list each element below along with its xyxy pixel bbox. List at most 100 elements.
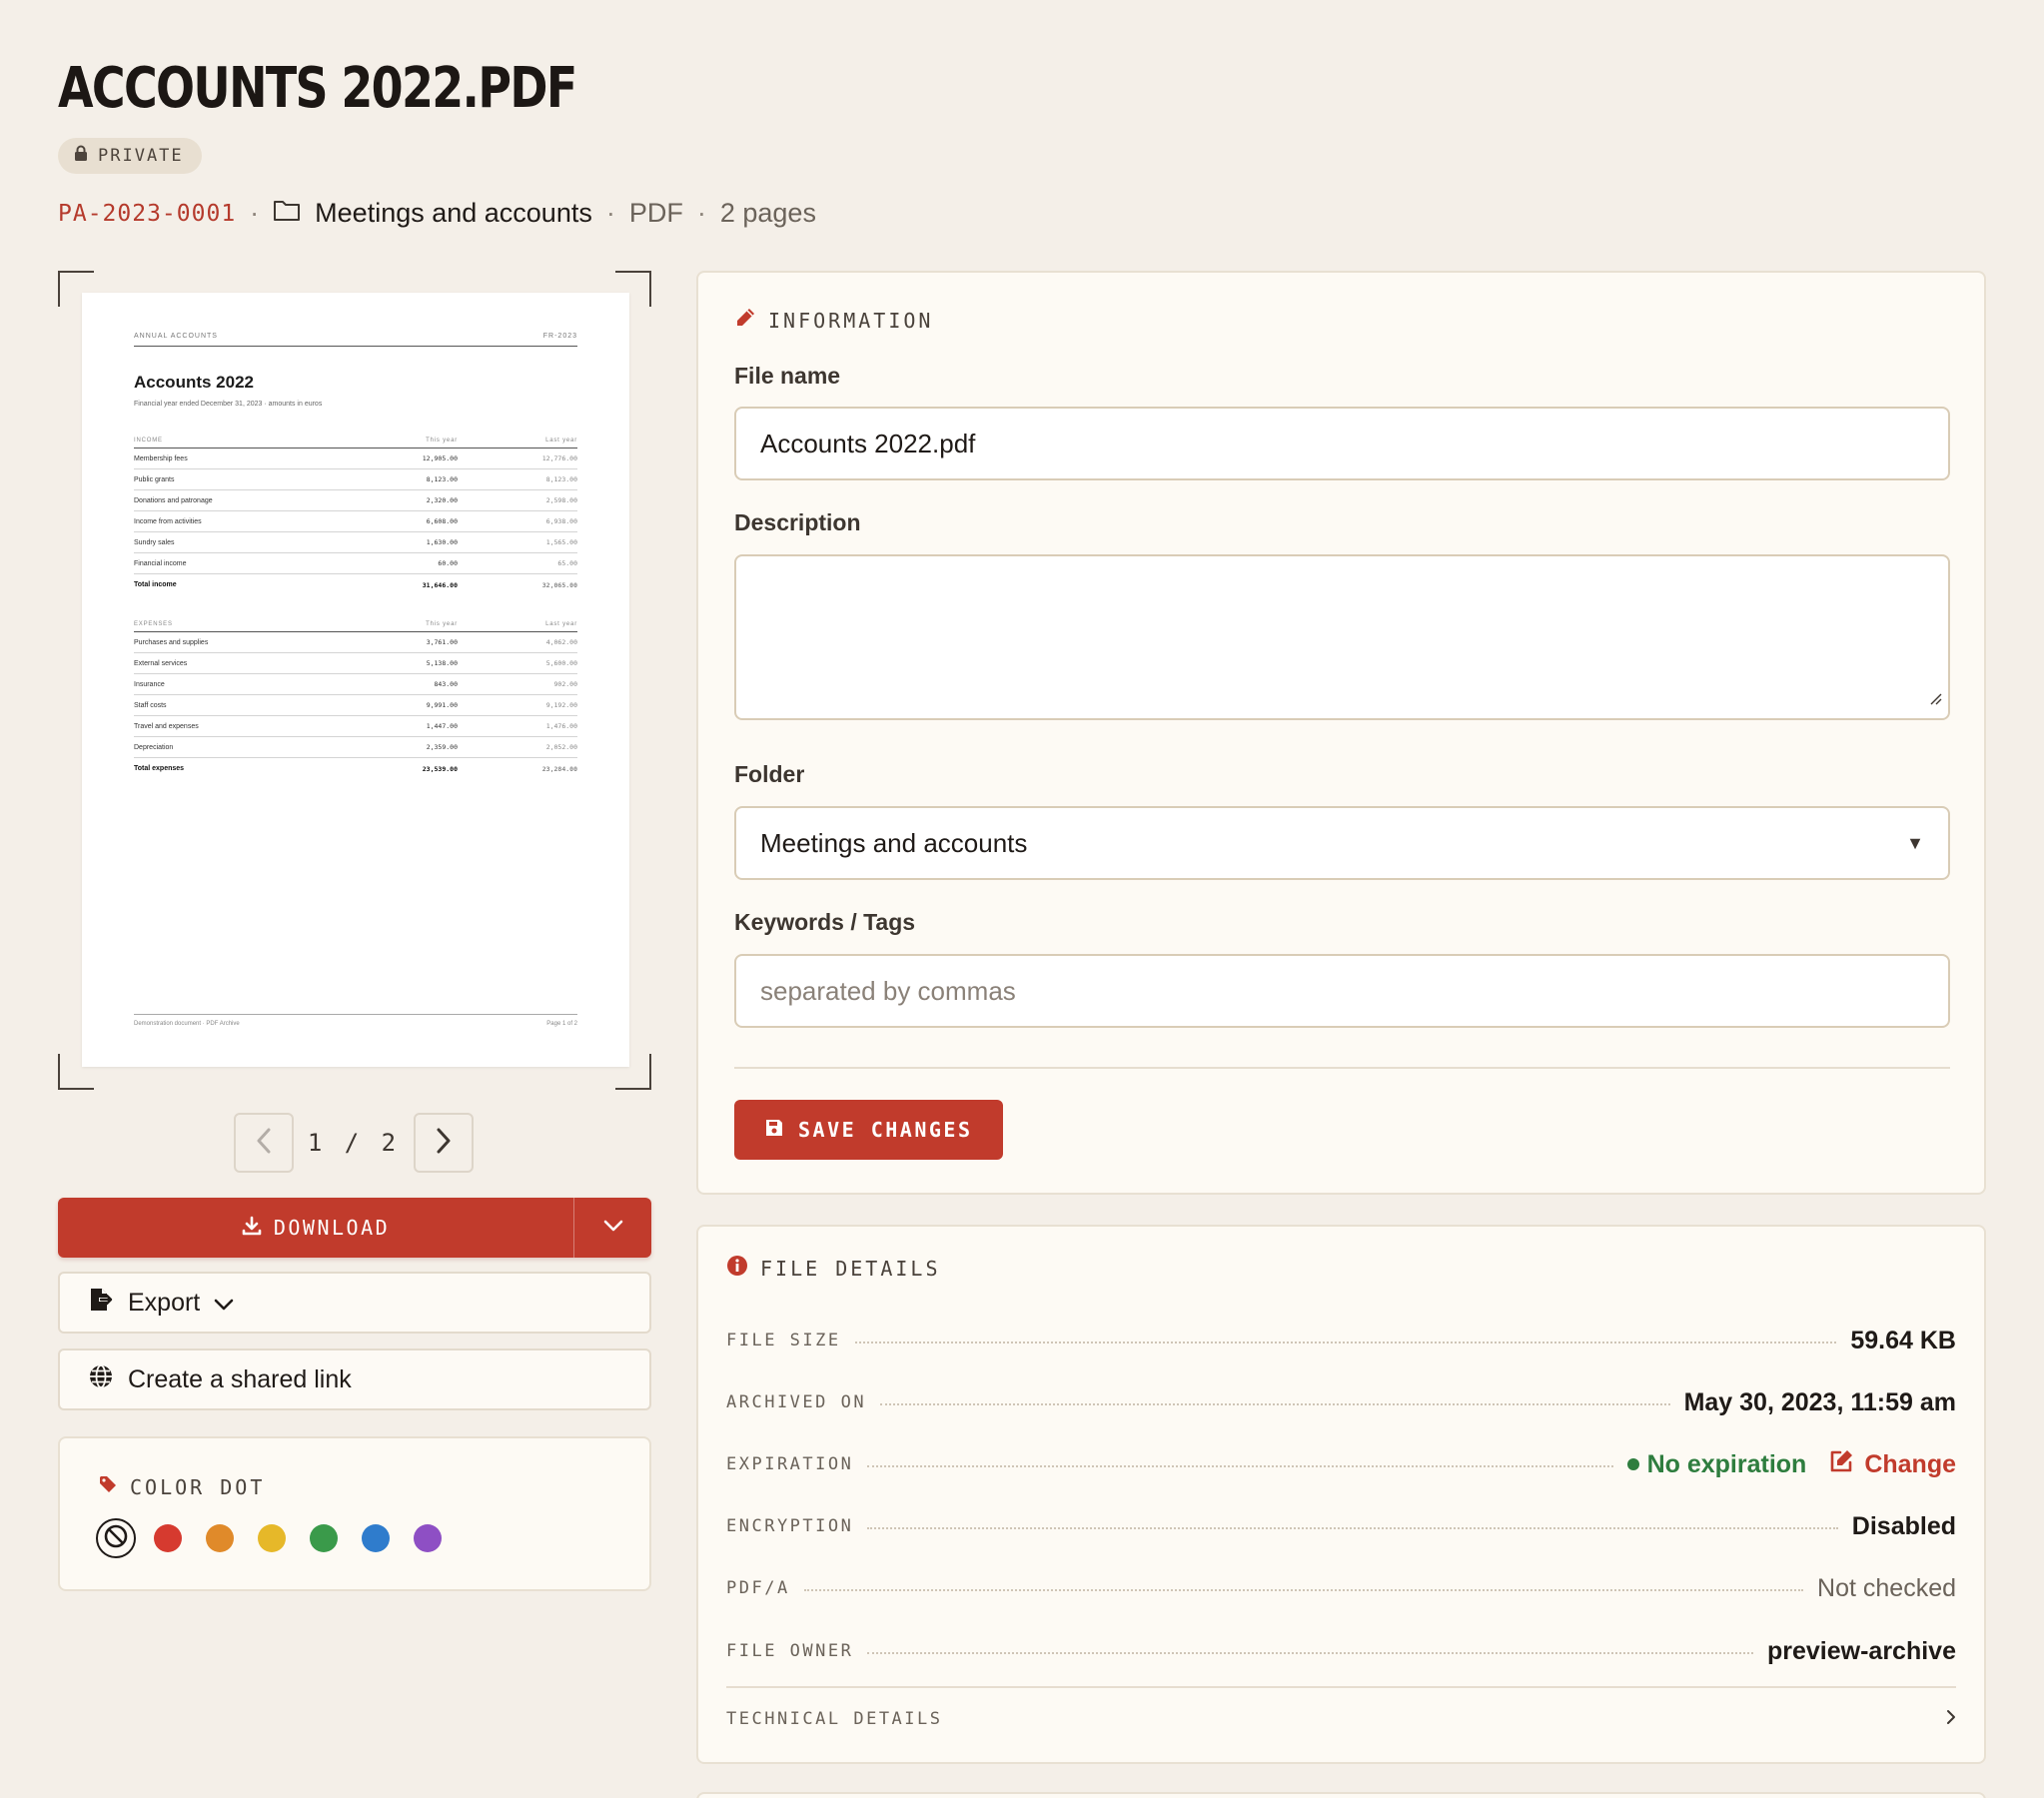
pdf-footer: Demonstration document · PDF Archive Pag… [134,1014,577,1027]
pdf-footer-right: Page 1 of 2 [546,1021,577,1027]
row-last-year: 1,565.00 [545,538,577,546]
row-label: Insurance [134,680,165,688]
document-meta: PA-2023-0001 · Meetings and accounts · P… [58,198,816,229]
income-table-header: INCOME This year Last year [134,438,577,449]
row-label: Income from activities [134,517,202,525]
table-row: Sundry sales 1,630.00 1,565.00 [134,532,577,553]
col-this-year: This year [426,438,458,444]
col-last-year: Last year [545,438,577,444]
globe-icon [88,1363,114,1396]
table-row: Insurance 843.00 902.00 [134,674,577,695]
color-option-yellow[interactable] [258,1524,286,1552]
color-option-blue[interactable] [362,1524,390,1552]
form-divider [734,1067,1950,1069]
folder-select[interactable]: Meetings and accounts ▼ [734,806,1950,880]
file-export-icon [88,1287,114,1320]
chevron-right-icon [1946,1709,1956,1730]
separator: · [696,198,706,228]
color-swatches [96,1518,442,1558]
create-shared-link-button[interactable]: Create a shared link [58,1348,651,1410]
info-icon [726,1255,748,1282]
no-color-option[interactable] [96,1518,136,1558]
privacy-badge: PRIVATE [58,138,202,174]
change-expiration-button[interactable]: Change [1828,1448,1956,1481]
information-panel: INFORMATION File name Accounts 2022.pdf … [696,271,1986,1195]
income-total-row: Total income 31,646.00 32,065.00 [134,574,577,595]
expiration-text: No expiration [1646,1449,1807,1478]
file-details-heading: FILE DETAILS [726,1255,941,1282]
row-this-year: 6,608.00 [426,517,458,525]
total-this-year: 31,646.00 [422,580,458,589]
expiration-value: No expiration Change [1626,1448,1956,1481]
previous-page-button[interactable] [234,1113,294,1173]
total-label: Total expenses [134,765,185,772]
download-button[interactable]: DOWNLOAD [58,1198,573,1258]
keywords-label: Keywords / Tags [734,909,916,935]
page-count: 2 pages [719,198,816,228]
row-this-year: 2,359.00 [426,743,458,751]
color-option-red[interactable] [154,1524,182,1552]
description-label: Description [734,509,861,535]
folder-link[interactable]: Meetings and accounts [315,198,592,229]
download-split-button: DOWNLOAD [58,1198,651,1258]
description-textarea[interactable] [734,554,1950,720]
next-page-button[interactable] [414,1113,474,1173]
pdf-page-thumbnail: ANNUAL ACCOUNTS FR-2023 Accounts 2022 Fi… [82,293,629,1067]
next-panel [696,1792,1986,1798]
dotted-leader [867,1652,1753,1654]
save-changes-button[interactable]: SAVE CHANGES [734,1100,1003,1160]
detail-label: ARCHIVED ON [726,1392,867,1412]
row-label: Purchases and supplies [134,638,209,646]
page-navigator: 1 / 2 [234,1113,474,1173]
row-this-year: 12,905.00 [422,454,458,462]
keywords-placeholder: separated by commas [760,975,1016,1006]
pdfa-value: Not checked [1817,1573,1956,1602]
table-row: Donations and patronage 2,320.00 2,598.00 [134,490,577,511]
total-this-year: 23,539.00 [422,764,458,773]
export-button[interactable]: Export [58,1272,651,1334]
detail-row-pdfa: PDF/A Not checked [726,1570,1956,1606]
detail-label: EXPIRATION [726,1454,854,1474]
page-indicator: 1 / 2 [307,1129,401,1157]
file-size-value: 59.64 KB [1850,1326,1956,1354]
row-this-year: 1,447.00 [426,722,458,730]
income-heading: INCOME [134,438,163,444]
row-last-year: 2,052.00 [545,743,577,751]
detail-row-archived-on: ARCHIVED ON May 30, 2023, 11:59 am [726,1384,1956,1420]
detail-row-encryption: ENCRYPTION Disabled [726,1508,1956,1544]
file-name-input[interactable]: Accounts 2022.pdf [734,407,1950,480]
download-options-toggle[interactable] [573,1198,651,1258]
detail-label: PDF/A [726,1578,790,1598]
row-this-year: 1,630.00 [426,538,458,546]
detail-label: ENCRYPTION [726,1516,854,1536]
archived-on-value: May 30, 2023, 11:59 am [1683,1387,1956,1416]
detail-row-expiration: EXPIRATION No expiration Change [726,1446,1956,1482]
table-row: Financial income 60.00 65.00 [134,553,577,574]
color-option-purple[interactable] [414,1524,442,1552]
dotted-leader [854,1342,1837,1344]
row-label: Sundry sales [134,538,175,546]
file-format: PDF [628,198,683,228]
edit-icon [1828,1448,1854,1481]
file-details-panel: FILE DETAILS FILE SIZE 59.64 KB ARCHIVED… [696,1225,1986,1764]
status-dot-icon [1626,1458,1639,1470]
chevron-left-icon [256,1128,272,1159]
resize-handle-icon[interactable] [1928,681,1942,712]
expenses-table: EXPENSES This year Last year Purchases a… [134,621,577,779]
table-row: Purchases and supplies 3,761.00 4,062.00 [134,632,577,653]
document-preview[interactable]: ANNUAL ACCOUNTS FR-2023 Accounts 2022 Fi… [58,271,651,1090]
row-last-year: 9,192.00 [545,701,577,709]
row-label: Travel and expenses [134,722,199,730]
technical-details-label: TECHNICAL DETAILS [726,1709,943,1729]
technical-details-toggle[interactable]: TECHNICAL DETAILS [726,1686,1956,1750]
expiration-status: No expiration [1626,1449,1807,1479]
color-option-orange[interactable] [206,1524,234,1552]
caret-down-icon: ▼ [1906,832,1924,853]
chevron-right-icon [436,1128,452,1159]
income-table: INCOME This year Last year Membership fe… [134,438,577,595]
row-label: Donations and patronage [134,496,213,504]
keywords-input[interactable]: separated by commas [734,954,1950,1028]
row-this-year: 843.00 [434,680,458,688]
color-option-green[interactable] [310,1524,338,1552]
row-last-year: 902.00 [553,680,577,688]
